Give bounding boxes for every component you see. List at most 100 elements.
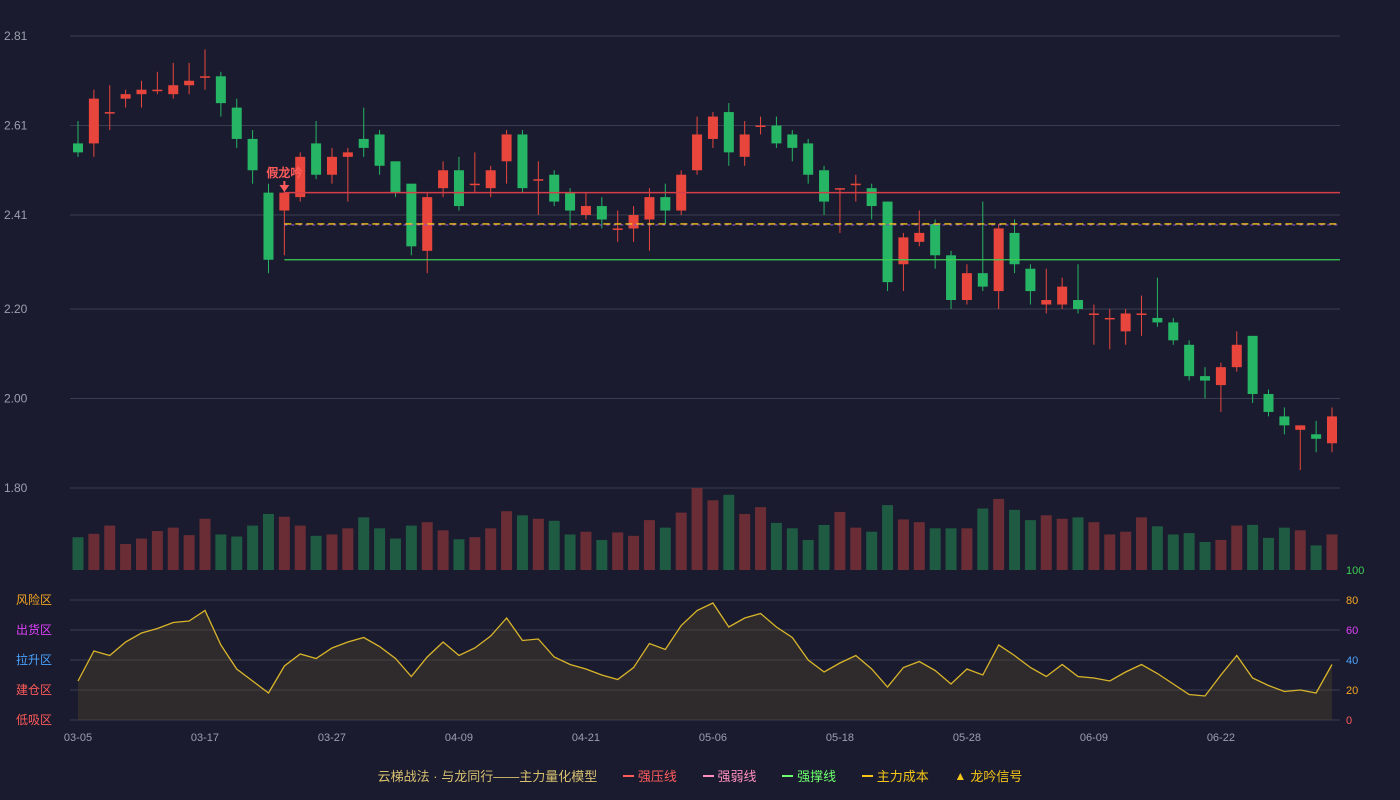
volume-bar [1088,522,1100,570]
candle-body [914,232,925,242]
candle-body [1215,367,1226,386]
candle-body [1200,376,1211,381]
volume-bar [1120,531,1132,570]
candle-body [199,76,210,78]
volume-bar [802,539,814,570]
volume-bar [72,537,84,570]
candle-body [866,188,877,207]
date-tick-label: 06-09 [1080,732,1108,744]
volume-bar [1215,539,1227,570]
candle-body [73,143,83,153]
volume-bar [326,534,338,570]
date-tick-label: 04-09 [445,732,473,744]
chart-legend: 云梯战法 · 与龙同行——主力量化模型 强压线 强弱线 强撑线 主力成本 ▲ 龙吟… [0,766,1400,785]
legend-support-line[interactable]: 强撑线 [782,766,836,785]
volume-bar [310,535,322,570]
candle-body [279,192,290,211]
volume-bar [882,505,894,570]
candle-body [692,134,703,171]
volume-bar [628,535,640,570]
volume-bar [437,530,449,570]
indicator-zone-label: 拉升区 [16,652,52,667]
candle-body [533,179,544,181]
candle-body [1231,344,1242,368]
volume-bar [405,525,417,570]
volume-bar [612,532,624,570]
legend-support-label: 强撑线 [797,769,837,784]
candle-body [628,215,639,229]
volume-bar [532,518,544,570]
candle-body [311,143,322,175]
volume-bar [183,535,195,570]
volume-bar [88,533,100,570]
indicator-right-tick: 0 [1346,715,1352,727]
candle-body [787,134,798,148]
volume-bar [199,518,211,570]
volume-bar [770,522,782,570]
volume-bar [516,515,528,570]
volume-bar [1183,533,1195,570]
candle-body [660,197,671,211]
candle-body [946,255,957,301]
date-tick-label: 06-22 [1207,732,1235,744]
legend-cost-line[interactable]: 主力成本 [861,766,929,785]
volume-bar [739,513,751,570]
indicator-area [78,603,1332,720]
legend-pressure-line[interactable]: 强压线 [622,766,677,785]
candle-body [390,161,401,193]
legend-weak-line[interactable]: 强弱线 [702,766,757,785]
volume-bar [294,525,306,570]
volume-bar [850,527,862,570]
candle-body [1168,322,1179,341]
candle-body [231,107,242,139]
price-tick-label: 1.80 [4,481,28,495]
candle-body [803,143,814,175]
volume-bar [596,539,608,570]
volume-bar [262,513,274,570]
candle-body [1136,313,1147,315]
volume-bar [1136,517,1148,570]
candle-body [1088,313,1099,315]
candle-body [834,188,845,190]
legend-cost-label: 主力成本 [876,769,929,784]
candle-body [168,85,179,95]
candle-body [723,112,734,153]
volume-bar [1024,520,1036,570]
volume-bar [786,528,798,570]
volume-bar [945,528,957,570]
volume-bar [1231,525,1243,570]
volume-bar [580,531,592,570]
candle-body [453,170,464,207]
indicator-zone-label: 建仓区 [16,683,52,697]
triangle-icon: ▲ [954,768,967,783]
volume-bar [1151,526,1163,570]
volume-bar [104,525,116,570]
volume-bar [501,511,513,570]
candle-body [1295,425,1306,430]
candle-body [485,170,496,189]
indicator-zone-label: 风险区 [16,592,52,607]
candle-body [771,125,782,144]
volume-bar [1167,534,1179,570]
candle-body [961,273,972,301]
volume-bar [1326,534,1338,570]
candle-body [1057,286,1068,305]
date-tick-label: 04-21 [572,732,600,744]
legend-signal[interactable]: ▲ 龙吟信号 [954,766,1022,785]
candle-body [120,94,131,99]
volume-bar [231,536,243,570]
price-tick-label: 2.20 [4,302,28,316]
volume-bar [961,528,973,570]
volume-bar [342,528,354,570]
candle-body [215,76,226,104]
volume-bar [723,494,735,570]
candle-body [644,197,655,220]
volume-bar [675,512,687,570]
candle-body [882,201,893,283]
volume-bar [1294,530,1306,570]
volume-bar [485,528,497,570]
candle-body [501,134,512,162]
candle-body [88,98,99,144]
volume-bar [167,527,179,570]
volume-bar [977,508,989,570]
